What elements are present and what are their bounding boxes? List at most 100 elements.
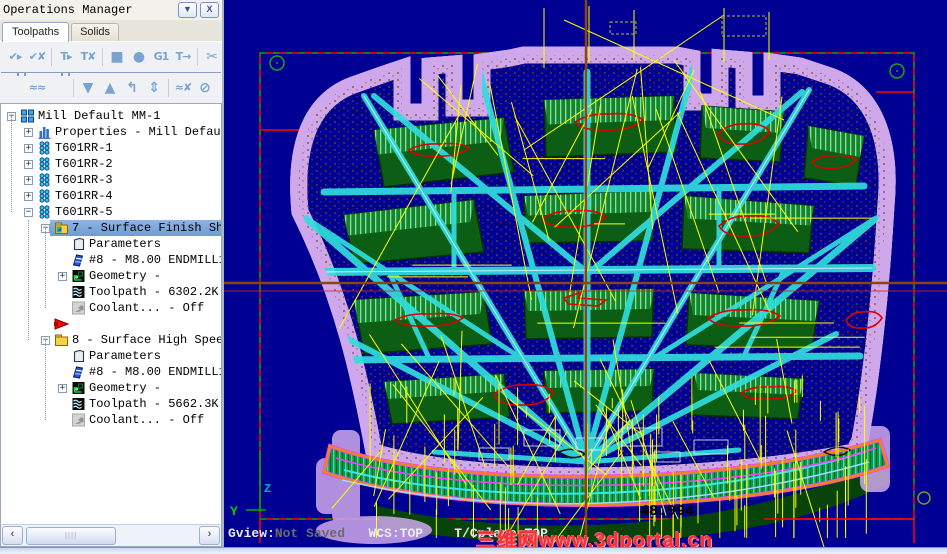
- toolbar-separator: [197, 48, 198, 66]
- tree-item[interactable]: + T601RR-4: [1, 188, 221, 204]
- dimension-label: 48.994: [640, 503, 695, 520]
- backplot-icon[interactable]: ■: [106, 44, 128, 70]
- expand-icon[interactable]: +: [58, 383, 67, 393]
- tree-item-label: Toolpath - 5662.3K: [89, 397, 219, 411]
- tree-item-label: Mill Default MM-1: [38, 109, 161, 123]
- regenerate-invalid-operations-icon[interactable]: T✘: [77, 44, 99, 70]
- tree-item[interactable]: − T601RR-5: [1, 204, 221, 220]
- expand-icon[interactable]: +: [24, 127, 33, 137]
- tree-item-label: Parameters: [89, 237, 162, 251]
- tree-item[interactable]: Toolpath - 6302.2K: [1, 284, 221, 300]
- scroll-operations-icon[interactable]: ⇕: [143, 75, 165, 101]
- regenerate-selected-operations-icon[interactable]: T▸: [55, 44, 77, 70]
- tree-guide-line: [45, 228, 47, 308]
- tree-guide-line: [45, 340, 47, 420]
- axis-y-label: Y: [230, 504, 238, 519]
- tree-guide-line: [11, 116, 13, 212]
- expand-icon[interactable]: +: [58, 271, 67, 281]
- verify-icon[interactable]: ●: [128, 44, 150, 70]
- gview-label: Gview:: [228, 526, 275, 541]
- toolpath-lock-icon[interactable]: [4, 75, 26, 101]
- tool-group-icon: [37, 189, 52, 203]
- select-all-operations-icon[interactable]: ✔▸: [4, 44, 26, 70]
- tree-item[interactable]: Toolpath - 5662.3K: [1, 396, 221, 412]
- tree-horizontal-scrollbar[interactable]: ‹ ›: [0, 524, 222, 547]
- expand-icon[interactable]: +: [24, 191, 33, 201]
- tree-item[interactable]: Parameters: [1, 236, 221, 252]
- tree-item[interactable]: + Properties - Mill Default: [1, 124, 221, 140]
- window-edge-strip: [0, 547, 947, 554]
- expand-icon[interactable]: +: [24, 143, 33, 153]
- panel-close-button[interactable]: X: [200, 2, 219, 18]
- tool-group-icon: [37, 173, 52, 187]
- tree-item-label: Properties - Mill Default: [55, 125, 222, 139]
- graphics-viewport[interactable]: Y Z Gview:Not Saved WCS:TOP T/Cplane:TOP…: [224, 0, 947, 554]
- panel-titlebar: Operations Manager ▼ X: [0, 0, 222, 20]
- tree-item[interactable]: + T601RR-3: [1, 172, 221, 188]
- scroll-left-button[interactable]: ‹: [2, 526, 23, 545]
- insert-position-marker[interactable]: [1, 316, 221, 332]
- tree-item-label: 8 - Surface High Speed: [72, 333, 222, 347]
- toolpath-filter-icon[interactable]: ⊘: [194, 75, 216, 101]
- tree-item[interactable]: + Geometry -: [1, 380, 221, 396]
- toolpath-canvas[interactable]: Y Z: [224, 0, 947, 554]
- geometry-icon: [71, 269, 86, 283]
- mastercam-window: Operations Manager ▼ X Toolpaths Solids …: [0, 0, 947, 554]
- tool-group-icon: [37, 157, 52, 171]
- toggle-toolpath-display-icon[interactable]: ≈≈: [26, 75, 48, 101]
- hide-toolpath-icon[interactable]: ≈✘: [172, 75, 194, 101]
- post-selected-operations-icon[interactable]: G1: [150, 44, 172, 70]
- tree-item-label: 7 - Surface Finish Sha: [72, 221, 222, 235]
- tree-item[interactable]: + T601RR-2: [1, 156, 221, 172]
- tree-item-label: Coolant... - Off: [89, 413, 205, 427]
- operation-folder-marked-icon: [54, 221, 69, 235]
- selected-operation-highlight[interactable]: 7 - Surface Finish Sha: [50, 220, 222, 236]
- tree-item[interactable]: Coolant... - Off: [1, 300, 221, 316]
- tree-item[interactable]: −8 - Surface High Speed: [1, 332, 221, 348]
- tree-item-label: Toolpath - 6302.2K: [89, 285, 219, 299]
- tree-item-label: Geometry -: [89, 381, 162, 395]
- expand-icon[interactable]: +: [24, 159, 33, 169]
- insert-position-icon[interactable]: ↰: [121, 75, 143, 101]
- move-insert-down-icon[interactable]: ▼: [77, 75, 99, 101]
- tree-item-label: Coolant... - Off: [89, 301, 205, 315]
- tree-item[interactable]: −7 - Surface Finish Sha: [1, 220, 221, 236]
- part-toolpath-rendering: [284, 46, 904, 485]
- scrollbar-track[interactable]: [24, 526, 198, 545]
- move-insert-up-icon[interactable]: ▲: [99, 75, 121, 101]
- scroll-right-button[interactable]: ›: [199, 526, 220, 545]
- lock-all-toolpaths-icon[interactable]: [48, 75, 70, 101]
- toolbar-separator: [102, 48, 103, 66]
- tree-item[interactable]: − Mill Default MM-1: [1, 108, 221, 124]
- tree-item[interactable]: #8 - M8.00 ENDMILL1: [1, 364, 221, 380]
- scrollbar-thumb[interactable]: [26, 527, 116, 545]
- toolbar-separator: [51, 48, 52, 66]
- tree-item[interactable]: + T601RR-1: [1, 140, 221, 156]
- axis-z-label: Z: [264, 482, 271, 496]
- highfeed-icon[interactable]: T→: [172, 44, 194, 70]
- coolant-icon: [71, 301, 86, 315]
- tree-item[interactable]: Coolant... - Off: [1, 412, 221, 428]
- collapse-icon[interactable]: −: [24, 207, 33, 217]
- tab-solids[interactable]: Solids: [71, 23, 120, 41]
- deselect-all-operations-icon[interactable]: ✔✘: [26, 44, 48, 70]
- tree-item[interactable]: #8 - M8.00 ENDMILL1: [1, 252, 221, 268]
- tree-item[interactable]: + Geometry -: [1, 268, 221, 284]
- toolbar-separator: [168, 79, 169, 97]
- tree-item-label: #8 - M8.00 ENDMILL1: [89, 253, 222, 267]
- machine-group-icon: [20, 109, 35, 123]
- tree-item-label: #8 - M8.00 ENDMILL1: [89, 365, 222, 379]
- tree-item-label: T601RR-2: [55, 157, 113, 171]
- tab-toolpaths[interactable]: Toolpaths: [2, 22, 70, 42]
- tree-item[interactable]: Parameters: [1, 348, 221, 364]
- tree-item-label: T601RR-1: [55, 141, 113, 155]
- panel-collapse-button[interactable]: ▼: [178, 2, 197, 18]
- insert-arrow-icon: [54, 317, 70, 331]
- trim-icon[interactable]: ✂: [201, 44, 222, 70]
- expand-icon[interactable]: +: [24, 175, 33, 185]
